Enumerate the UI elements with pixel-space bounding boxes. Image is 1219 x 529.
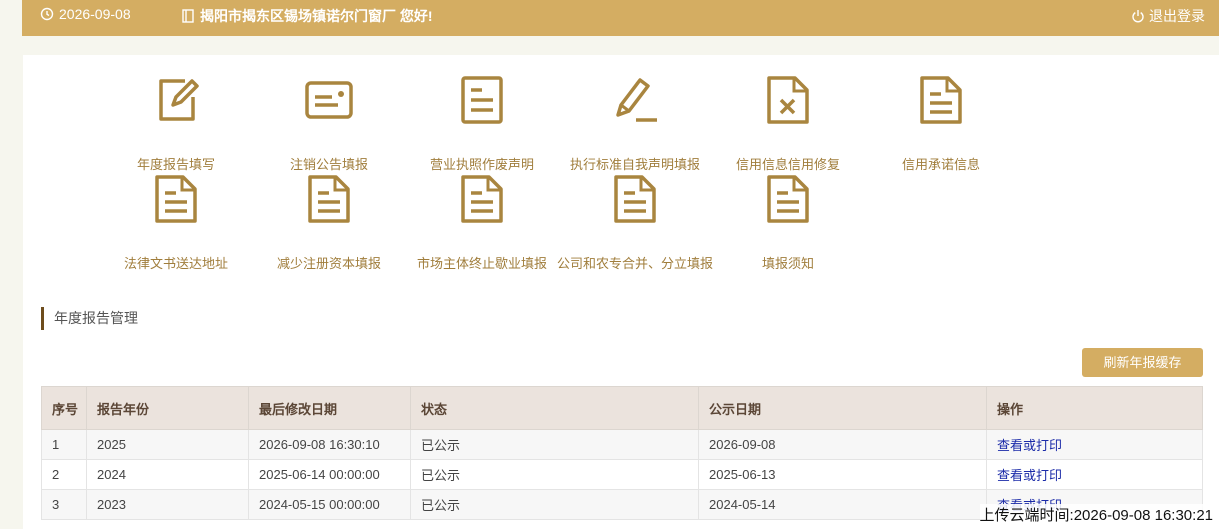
menu-label: 年度报告填写 (136, 157, 215, 172)
menu-label: 填报须知 (761, 256, 814, 271)
menu-label: 注销公告填报 (289, 157, 368, 172)
power-icon (1132, 10, 1144, 23)
section-title: 年度报告管理 (41, 307, 138, 330)
column-header: 序号 (41, 386, 87, 430)
document-icon (461, 175, 503, 223)
cell-publish-date: 2024-05-14 (698, 489, 987, 520)
cell-year: 2025 (86, 429, 249, 460)
logout-button[interactable]: 退出登录 (1131, 6, 1205, 26)
menu-business-termination[interactable]: 市场主体终止歇业填报 (402, 174, 562, 271)
cell-publish-date: 2025-06-13 (698, 459, 987, 490)
column-header: 公示日期 (698, 386, 987, 430)
menu-legal-address[interactable]: 法律文书送达地址 (96, 174, 256, 271)
column-header: 最后修改日期 (248, 386, 411, 430)
document-icon (155, 175, 197, 223)
logout-label: 退出登录 (1149, 8, 1205, 24)
cell-status: 已公示 (410, 459, 699, 490)
annual-report-table: 序号 报告年份 最后修改日期 状态 公示日期 操作 1 2025 2026-09… (41, 386, 1203, 520)
cell-year: 2024 (86, 459, 249, 490)
column-header: 报告年份 (86, 386, 249, 430)
cell-index: 3 (41, 489, 87, 520)
menu-label: 信用承诺信息 (901, 157, 980, 172)
table-row: 2 2024 2025-06-14 00:00:00 已公示 2025-06-1… (41, 459, 1203, 490)
date-display: 2026-09-08 (40, 6, 131, 22)
menu-credit-commitment[interactable]: 信用承诺信息 (861, 75, 1021, 172)
cell-action: 查看或打印 (986, 459, 1203, 490)
cell-index: 1 (41, 429, 87, 460)
cell-status: 已公示 (410, 489, 699, 520)
menu-label: 市场主体终止歇业填报 (416, 256, 547, 271)
menu-label: 公司和农专合并、分立填报 (556, 256, 713, 271)
column-header: 状态 (410, 386, 699, 430)
clock-icon (40, 7, 54, 21)
menu-standard-declaration[interactable]: 执行标准自我声明填报 (555, 75, 715, 172)
cell-index: 2 (41, 459, 87, 490)
menu-label: 减少注册资本填报 (276, 256, 381, 271)
book-icon (182, 9, 194, 23)
card-icon (305, 81, 353, 119)
view-print-link[interactable]: 查看或打印 (997, 438, 1062, 453)
menu-capital-reduction[interactable]: 减少注册资本填报 (249, 174, 409, 271)
menu-label: 营业执照作废声明 (429, 157, 534, 172)
menu-label: 执行标准自我声明填报 (569, 157, 700, 172)
cell-status: 已公示 (410, 429, 699, 460)
menu-label: 信用信息信用修复 (735, 157, 840, 172)
date-text: 2026-09-08 (59, 6, 131, 22)
refresh-cache-button[interactable]: 刷新年报缓存 (1082, 348, 1203, 377)
welcome-text: 揭阳市揭东区锡场镇诺尔门窗厂 您好! (200, 8, 433, 24)
menu-label: 法律文书送达地址 (123, 256, 228, 271)
column-header: 操作 (986, 386, 1203, 430)
table-row: 1 2025 2026-09-08 16:30:10 已公示 2026-09-0… (41, 429, 1203, 460)
cell-modified: 2026-09-08 16:30:10 (248, 429, 411, 460)
document-icon (461, 76, 503, 124)
cell-modified: 2024-05-15 00:00:00 (248, 489, 411, 520)
document-icon (308, 175, 350, 223)
table-header-row: 序号 报告年份 最后修改日期 状态 公示日期 操作 (41, 386, 1203, 430)
menu-annual-report[interactable]: 年度报告填写 (96, 75, 256, 172)
menu-filing-notice[interactable]: 填报须知 (708, 174, 868, 271)
document-icon (767, 175, 809, 223)
pencil-icon (616, 78, 657, 122)
menu-credit-repair[interactable]: 信用信息信用修复 (708, 75, 868, 172)
top-bar: 2026-09-08 揭阳市揭东区锡场镇诺尔门窗厂 您好! 退出登录 (22, 0, 1219, 36)
upload-time-text: 上传云端时间:2026-09-08 16:30:21 (979, 504, 1213, 525)
cell-modified: 2025-06-14 00:00:00 (248, 459, 411, 490)
cell-publish-date: 2026-09-08 (698, 429, 987, 460)
welcome-message: 揭阳市揭东区锡场镇诺尔门窗厂 您好! (182, 6, 433, 26)
cell-year: 2023 (86, 489, 249, 520)
cell-action: 查看或打印 (986, 429, 1203, 460)
view-print-link[interactable]: 查看或打印 (997, 468, 1062, 483)
main-panel: 年度报告填写 注销公告填报 营业执照作废声明 执行标准自我声明填报 信用信息信用… (23, 55, 1219, 529)
edit-document-icon (159, 79, 199, 121)
menu-cancellation-notice[interactable]: 注销公告填报 (249, 75, 409, 172)
menu-license-void[interactable]: 营业执照作废声明 (402, 75, 562, 172)
document-x-icon (767, 76, 809, 124)
document-icon (920, 76, 962, 124)
document-icon (614, 175, 656, 223)
menu-merger-split[interactable]: 公司和农专合并、分立填报 (555, 174, 715, 271)
